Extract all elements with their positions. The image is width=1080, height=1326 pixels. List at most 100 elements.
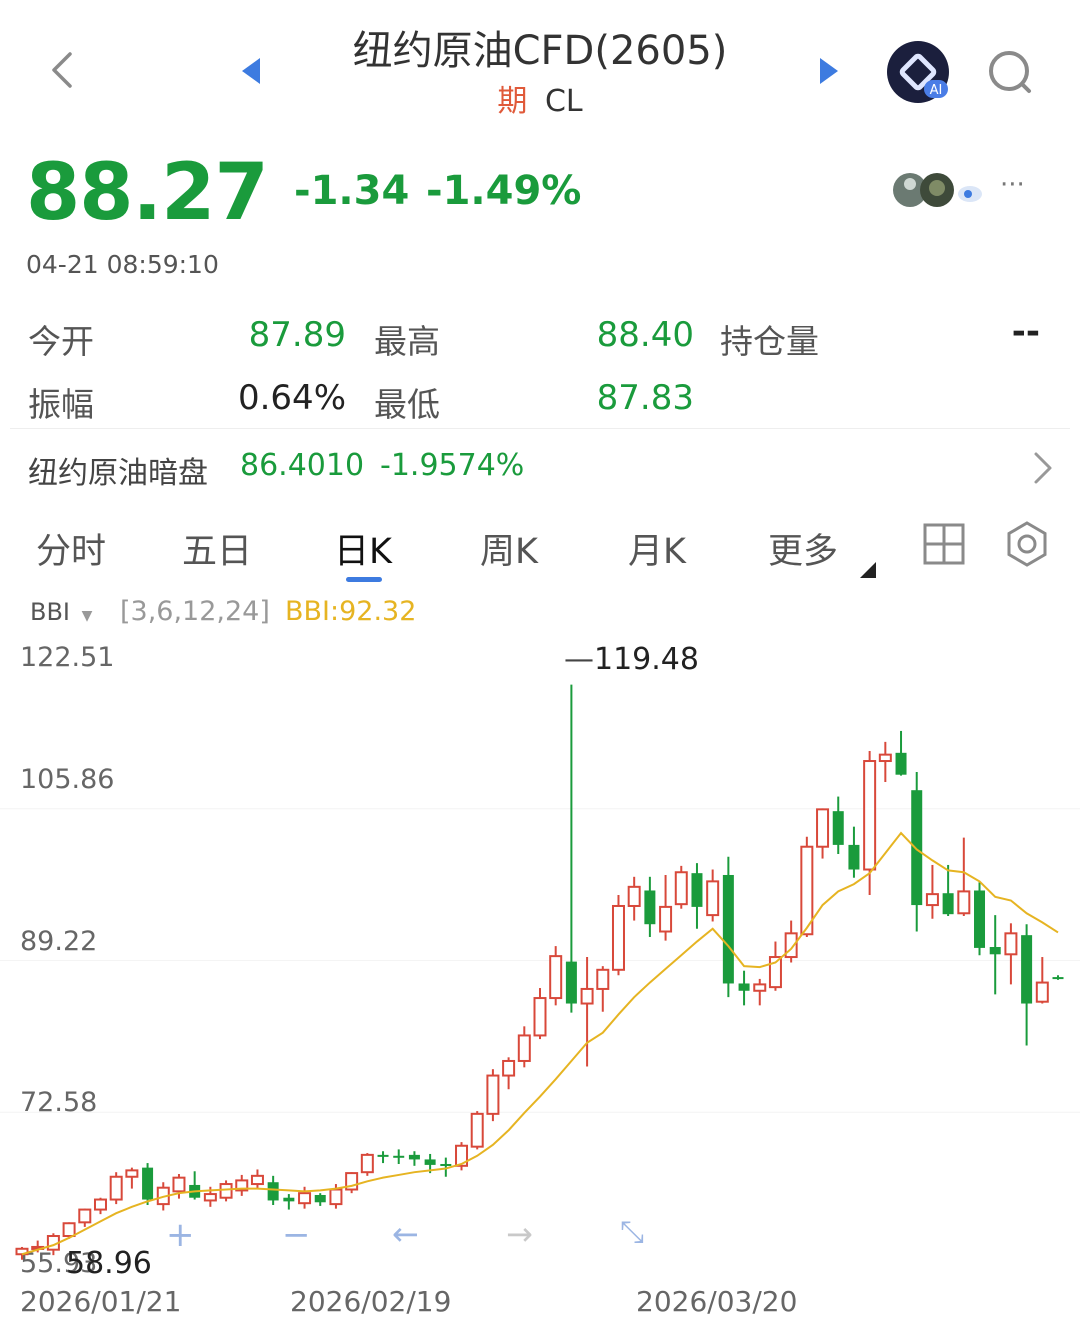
active-tab-indicator (346, 577, 382, 582)
candle (486, 1069, 500, 1122)
candle-body (895, 752, 907, 775)
zoom-in-button[interactable]: + (166, 1215, 195, 1255)
candle (360, 1153, 374, 1176)
x-tick-label: 2026/03/20 (636, 1285, 798, 1318)
zoom-out-button[interactable]: − (282, 1215, 311, 1255)
candle-body (942, 893, 954, 915)
candle-body (424, 1159, 436, 1165)
min-price-label: 58.96 (66, 1246, 152, 1281)
candle-body (863, 760, 877, 871)
dark-pool-value: 86.4010 (240, 448, 365, 483)
candle (753, 978, 767, 1006)
candle-body (142, 1167, 154, 1200)
tab-more[interactable]: 更多 (768, 523, 838, 574)
candle (942, 864, 954, 917)
candle-body (659, 905, 673, 933)
quote-timestamp: 04-21 08:59:10 (26, 250, 219, 279)
dark-pool-pct: -1.9574% (380, 448, 525, 483)
candle (1035, 957, 1049, 1004)
candle (142, 1163, 154, 1206)
candle (298, 1186, 312, 1209)
candle (674, 865, 688, 909)
social-avatars[interactable] (892, 170, 988, 210)
layout-grid-icon[interactable] (922, 522, 966, 570)
back-icon[interactable] (44, 50, 84, 90)
candle-body (329, 1188, 343, 1206)
candle-body (706, 880, 720, 917)
candle (517, 1026, 531, 1068)
low-label: 最低 (374, 385, 440, 424)
candle-body (925, 893, 939, 907)
candle-body (627, 885, 641, 907)
candle-body (203, 1193, 217, 1202)
candle (219, 1180, 233, 1202)
candle-body (753, 983, 767, 992)
scroll-left-button[interactable]: ← (392, 1215, 419, 1253)
candle-body (1021, 935, 1033, 1004)
candle (78, 1208, 92, 1227)
tab-five-day[interactable]: 五日 (182, 523, 252, 574)
candle (565, 684, 577, 1013)
candle (925, 864, 939, 919)
dark-pool-row[interactable]: 纽约原油暗盘 86.4010 -1.9574% (0, 440, 1080, 496)
tab-weekly-k[interactable]: 周K (480, 523, 538, 574)
candle-body (377, 1154, 389, 1157)
candle (580, 957, 594, 1067)
scroll-right-button[interactable]: → (506, 1215, 533, 1253)
price-change: -1.34 (294, 168, 410, 214)
candle-body (611, 904, 625, 971)
candle-body (644, 890, 656, 925)
candle (722, 856, 734, 998)
candle (816, 808, 830, 859)
candle-body (580, 987, 594, 1005)
candle (549, 946, 563, 1006)
candle-body (470, 1112, 484, 1148)
candle-body (250, 1174, 264, 1186)
candle (974, 882, 986, 956)
candle-body (878, 753, 892, 763)
candle (250, 1169, 264, 1189)
candle (93, 1197, 107, 1215)
candle (706, 869, 720, 922)
candle (314, 1193, 326, 1206)
search-icon[interactable] (986, 48, 1034, 96)
ai-assistant-icon[interactable]: AI (886, 40, 950, 104)
candle-body (691, 873, 703, 907)
candle-body (738, 983, 750, 991)
candle (377, 1151, 389, 1164)
candle-body (517, 1034, 531, 1062)
candle-body (989, 947, 1001, 955)
dark-pool-label: 纽约原油暗盘 (28, 456, 208, 491)
fullscreen-button[interactable]: ⤡ (620, 1215, 644, 1250)
candle (895, 730, 907, 776)
settings-icon[interactable] (1004, 520, 1050, 572)
candle (393, 1149, 405, 1164)
candle-body (440, 1163, 452, 1166)
candle (848, 826, 860, 878)
kline-chart[interactable] (0, 620, 1080, 1280)
low-value: 87.83 (596, 378, 694, 418)
last-price: 88.27 (26, 148, 269, 238)
candle-body (1052, 977, 1064, 980)
candle-body (816, 808, 830, 848)
candle (1004, 923, 1018, 985)
more-options-icon[interactable]: ··· (1000, 170, 1025, 200)
candle-body (502, 1059, 516, 1077)
chevron-right-icon (1030, 450, 1054, 490)
candle (470, 1111, 484, 1150)
tab-intraday[interactable]: 分时 (36, 523, 106, 574)
more-dropdown-icon (858, 560, 878, 584)
divider (10, 428, 1070, 429)
candle (878, 741, 892, 782)
tab-monthly-k[interactable]: 月K (628, 523, 686, 574)
candle-body (533, 997, 547, 1037)
candle (1021, 924, 1033, 1046)
next-contract-icon[interactable] (816, 56, 842, 86)
candle (784, 920, 798, 963)
candle-body (848, 844, 860, 870)
candle-body (549, 955, 563, 1000)
candle (1052, 975, 1064, 980)
candle (627, 876, 641, 921)
tab-daily-k[interactable]: 日K (334, 523, 392, 574)
futures-badge: 期 (497, 84, 528, 119)
